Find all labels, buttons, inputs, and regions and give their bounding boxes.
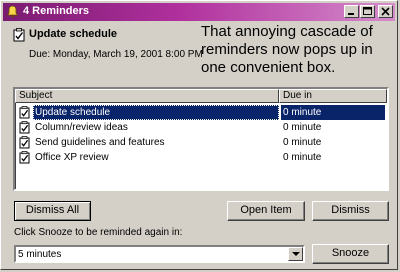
snooze-button[interactable]: Snooze [312, 244, 389, 264]
clipboard-check-icon [19, 106, 30, 119]
title-bar[interactable]: 4 Reminders [3, 3, 395, 21]
reminders-list[interactable]: Subject Due in Update schedule 0 minute … [13, 87, 389, 191]
maximize-icon [363, 7, 372, 15]
snooze-label: Click Snooze to be reminded again in: [14, 227, 183, 238]
dropdown-arrow-button[interactable] [288, 247, 303, 261]
clipboard-check-icon [19, 121, 30, 134]
open-item-button[interactable]: Open Item [227, 201, 305, 221]
close-icon [381, 7, 390, 16]
column-header-due-in[interactable]: Due in [279, 89, 387, 103]
list-item-subject: Update schedule [33, 105, 279, 120]
snooze-duration-select[interactable]: 5 minutes [14, 245, 305, 263]
list-item[interactable]: Update schedule 0 minute [17, 105, 385, 120]
column-header-subject[interactable]: Subject [15, 89, 279, 103]
window-title: 4 Reminders [23, 5, 90, 17]
dismiss-button[interactable]: Dismiss [312, 201, 389, 221]
list-item-subject: Send guidelines and features [35, 137, 165, 148]
chevron-down-icon [292, 252, 300, 256]
list-item-subject: Column/review ideas [35, 122, 128, 133]
list-item-due: 0 minute [283, 137, 322, 148]
list-item-due: 0 minute [281, 105, 385, 120]
list-item[interactable]: Column/review ideas 0 minute [17, 120, 385, 135]
snooze-duration-value: 5 minutes [18, 249, 62, 260]
list-header: Subject Due in [15, 89, 387, 103]
reminder-subject-title: Update schedule [29, 28, 118, 40]
reminder-due-date: Due: Monday, March 19, 2001 8:00 PM [29, 49, 203, 60]
minimize-button[interactable] [344, 5, 359, 18]
dismiss-all-button[interactable]: Dismiss All [14, 201, 91, 221]
caption-text: That annoying cascade of reminders now p… [201, 23, 373, 76]
list-item-subject: Office XP review [35, 152, 109, 163]
list-item-due: 0 minute [283, 152, 322, 163]
reminders-window: 4 Reminders Update schedule Due: Monday,… [0, 0, 398, 270]
list-item[interactable]: Send guidelines and features 0 minute [17, 135, 385, 150]
list-item-due: 0 minute [283, 122, 322, 133]
clipboard-check-icon [19, 136, 30, 149]
bell-icon [6, 5, 19, 18]
list-item[interactable]: Office XP review 0 minute [17, 150, 385, 165]
minimize-icon [348, 13, 354, 15]
maximize-button[interactable] [360, 5, 375, 18]
close-button[interactable] [378, 5, 393, 18]
clipboard-check-icon [19, 151, 30, 164]
clipboard-check-icon [13, 28, 25, 42]
